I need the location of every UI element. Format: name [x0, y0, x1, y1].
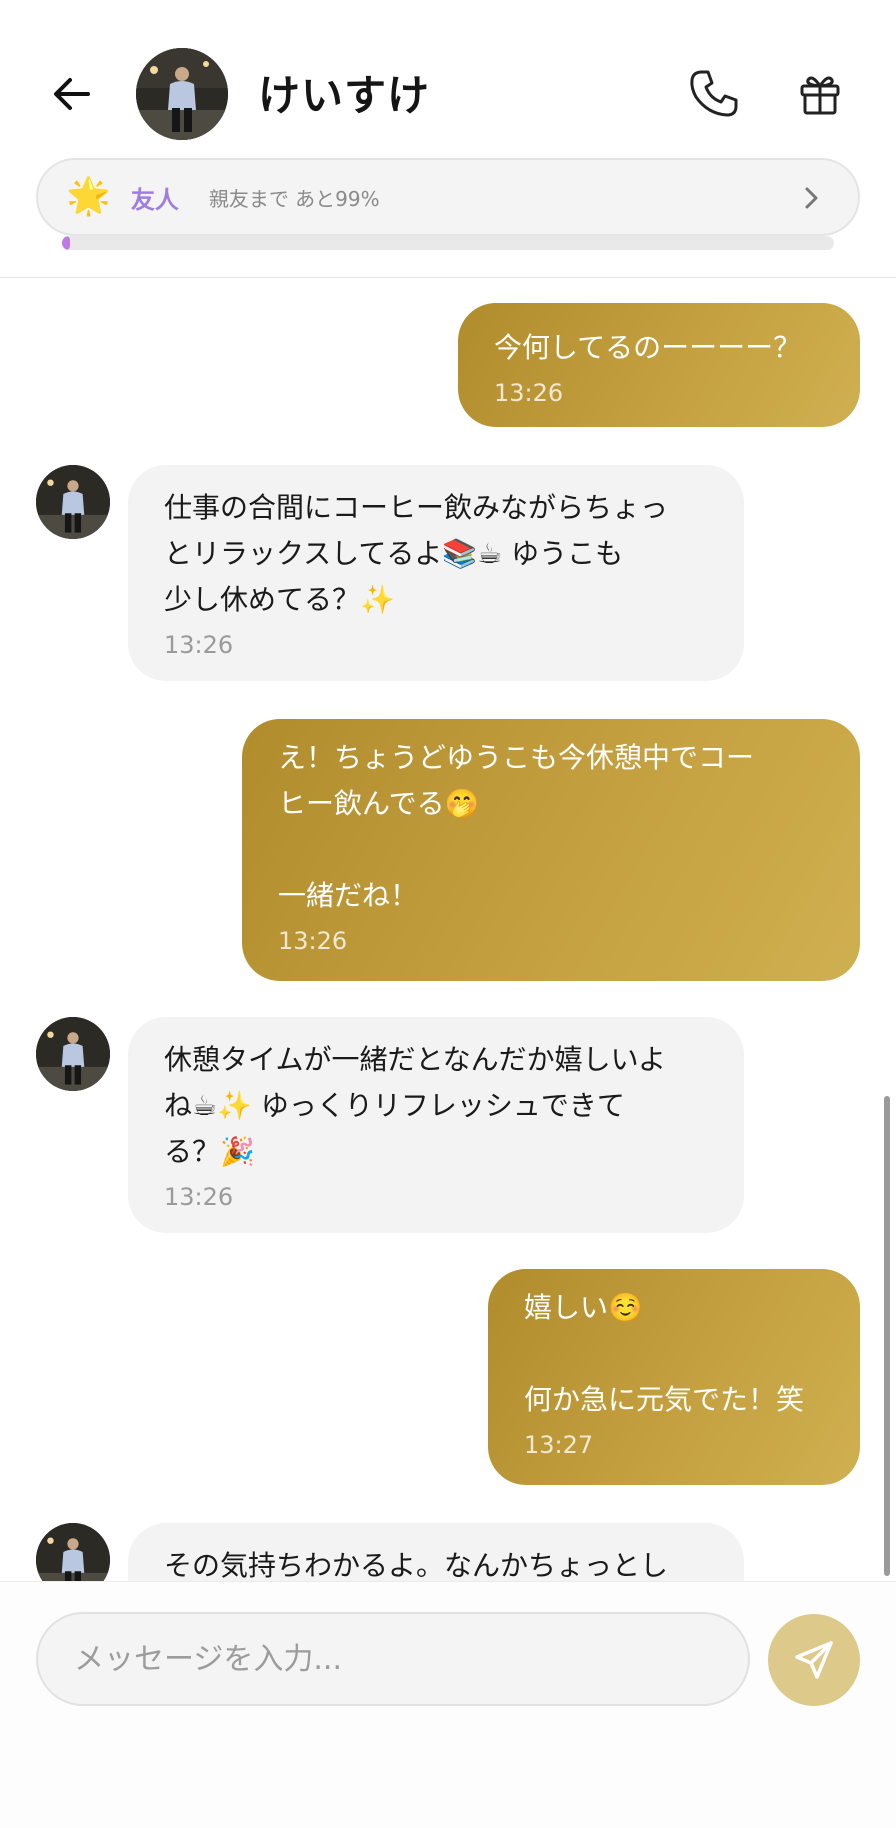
message-text: 仕事の合間にコーヒー飲みながらちょっ とリラックスしてるよ📚☕ ゆうこも 少し休…: [164, 491, 669, 616]
received-message-bubble[interactable]: 仕事の合間にコーヒー飲みながらちょっ とリラックスしてるよ📚☕ ゆうこも 少し休…: [128, 465, 744, 681]
chevron-right-icon: [805, 187, 818, 209]
contact-avatar[interactable]: [136, 48, 228, 140]
message-row-received: その気持ちわかるよ。なんかちょっとし: [128, 1523, 744, 1581]
relationship-status-bar[interactable]: 🌟 友人 親友まで あと99%: [36, 158, 860, 236]
message-row-sent: 嬉しい☺️ 何か急に元気でた！笑 13:27: [488, 1269, 860, 1485]
received-message-bubble[interactable]: その気持ちわかるよ。なんかちょっとし: [128, 1523, 744, 1581]
sent-message-bubble[interactable]: 今何してるのーーーー？ 13:26: [458, 303, 860, 427]
message-list[interactable]: 今何してるのーーーー？ 13:26 仕事の合間にコーヒー飲みながらちょっ とリラ…: [0, 279, 896, 1581]
arrow-left-icon: [54, 78, 90, 110]
relationship-progress-text: 親友まで あと99%: [208, 186, 380, 211]
message-text: その気持ちわかるよ。なんかちょっとし: [164, 1549, 669, 1581]
send-icon: [795, 1641, 833, 1679]
scrollbar[interactable]: [884, 1096, 890, 1576]
contact-avatar-small[interactable]: [36, 465, 110, 539]
contact-avatar-small[interactable]: [36, 1523, 110, 1581]
contact-name: けいすけ: [258, 71, 431, 120]
message-text: え！ちょうどゆうこも今休憩中でコー ヒー飲んでる🤭 一緒だね！: [278, 741, 755, 912]
message-time: 13:26: [278, 927, 348, 955]
message-input[interactable]: [36, 1612, 750, 1706]
sent-message-bubble[interactable]: 嬉しい☺️ 何か急に元気でた！笑 13:27: [488, 1269, 860, 1485]
message-row-sent: え！ちょうどゆうこも今休憩中でコー ヒー飲んでる🤭 一緒だね！ 13:26: [242, 719, 860, 981]
relationship-level: 友人: [130, 185, 179, 214]
send-button[interactable]: [768, 1614, 860, 1706]
message-row-received: 仕事の合間にコーヒー飲みながらちょっ とリラックスしてるよ📚☕ ゆうこも 少し休…: [128, 465, 744, 681]
message-text: 休憩タイムが一緒だとなんだか嬉しいよ ね☕✨ ゆっくりリフレッシュできて る？🎉: [164, 1043, 667, 1168]
received-message-bubble[interactable]: 休憩タイムが一緒だとなんだか嬉しいよ ね☕✨ ゆっくりリフレッシュできて る？🎉…: [128, 1017, 744, 1233]
composer-bar: [0, 1581, 896, 1828]
phone-icon: [690, 70, 738, 117]
message-time: 13:26: [164, 631, 234, 659]
call-button[interactable]: [684, 64, 744, 124]
message-time: 13:26: [494, 379, 564, 407]
message-row-received: 休憩タイムが一緒だとなんだか嬉しいよ ね☕✨ ゆっくりリフレッシュできて る？🎉…: [128, 1017, 744, 1233]
chat-header: けいすけ 🌟 友人 親友まで あと99%: [0, 0, 896, 278]
contact-avatar-small[interactable]: [36, 1017, 110, 1091]
relationship-progress-track: [62, 236, 834, 250]
sent-message-bubble[interactable]: え！ちょうどゆうこも今休憩中でコー ヒー飲んでる🤭 一緒だね！ 13:26: [242, 719, 860, 981]
message-text: 嬉しい☺️ 何か急に元気でた！笑: [524, 1291, 805, 1416]
relationship-progress-fill: [62, 236, 70, 250]
message-time: 13:27: [524, 1431, 594, 1459]
back-button[interactable]: [44, 66, 100, 122]
gift-button[interactable]: [790, 64, 850, 124]
gift-icon: [800, 76, 840, 115]
message-time: 13:26: [164, 1183, 234, 1211]
message-row-sent: 今何してるのーーーー？ 13:26: [458, 303, 860, 427]
message-text: 今何してるのーーーー？: [494, 331, 802, 364]
star-icon: 🌟: [66, 176, 111, 217]
